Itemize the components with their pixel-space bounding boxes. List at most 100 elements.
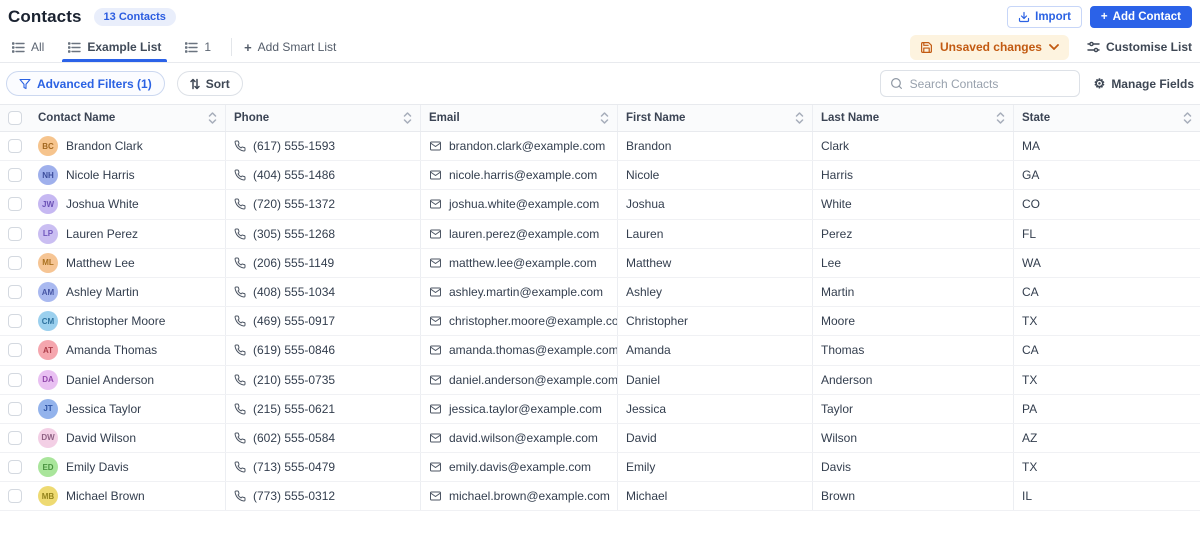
tab-example-list[interactable]: Example List [62,32,168,62]
import-label: Import [1035,11,1071,23]
table-row[interactable]: AM Ashley Martin (408) 555-1034 ashley.mart… [0,277,1200,308]
row-checkbox[interactable] [0,132,30,160]
table-row[interactable]: DA Daniel Anderson (210) 555-0735 daniel.an… [0,365,1200,395]
email-cell: joshua.white@example.com [420,190,617,219]
contact-name-cell[interactable]: ED Emily Davis [30,453,225,481]
row-checkbox[interactable] [0,395,30,423]
envelope-icon [429,461,442,473]
email-value: nicole.harris@example.com [449,168,598,183]
add-smart-list-button[interactable]: + Add Smart List [244,40,336,55]
last-name-value: Moore [821,314,856,329]
table-row[interactable]: DW David Wilson (602) 555-0584 david.wilson… [0,423,1200,454]
last-name-value: White [821,197,852,212]
table-row[interactable]: NH Nicole Harris (404) 555-1486 nicole.harr… [0,161,1200,191]
table-row[interactable]: AT Amanda Thomas (619) 555-0846 amanda.thom… [0,336,1200,366]
contact-name-cell[interactable]: AT Amanda Thomas [30,336,225,364]
row-checkbox[interactable] [0,424,30,452]
sort-icon[interactable] [795,112,804,124]
state-cell: TX [1013,307,1200,336]
table-row[interactable]: LP Lauren Perez (305) 555-1268 lauren.perez… [0,219,1200,249]
add-contact-button[interactable]: + Add Contact [1089,6,1192,28]
last-name-value: Lee [821,255,842,270]
table-row[interactable]: BC Brandon Clark (617) 555-1593 brandon.cla… [0,132,1200,162]
last-name-cell: White [812,190,1013,219]
contact-name: Brandon Clark [66,139,143,154]
gear-icon: ⚙ [1093,76,1106,91]
customise-list-button[interactable]: Customise List [1087,40,1192,54]
sort-icon[interactable] [600,112,609,124]
envelope-icon [429,228,442,240]
sort-button[interactable]: Sort [176,71,243,96]
contact-name-cell[interactable]: JT Jessica Taylor [30,395,225,423]
row-checkbox[interactable] [0,161,30,189]
row-checkbox[interactable] [0,453,30,481]
row-checkbox[interactable] [0,307,30,335]
first-name-value: Brandon [626,139,672,154]
contact-name-cell[interactable]: AM Ashley Martin [30,278,225,306]
search-input[interactable] [909,76,1070,91]
add-contact-label: Add Contact [1112,11,1181,23]
column-header-last-name[interactable]: Last Name [812,105,1013,131]
contact-name-cell[interactable]: CM Christopher Moore [30,307,225,335]
unsaved-changes-button[interactable]: Unsaved changes [909,34,1069,60]
row-checkbox[interactable] [0,278,30,306]
phone-icon [234,140,246,152]
contact-name-cell[interactable]: BC Brandon Clark [30,132,225,160]
column-header-phone[interactable]: Phone [225,105,420,131]
row-checkbox[interactable] [0,366,30,394]
row-checkbox[interactable] [0,336,30,364]
column-header-state[interactable]: State [1013,105,1200,131]
select-all-checkbox[interactable] [0,105,30,131]
state-value: PA [1022,401,1038,416]
contact-name-cell[interactable]: ML Matthew Lee [30,249,225,277]
table-row[interactable]: ED Emily Davis (713) 555-0479 emily.davis@e… [0,453,1200,483]
row-checkbox[interactable] [0,190,30,218]
first-name-value: Daniel [626,372,661,387]
sort-icon[interactable] [403,112,412,124]
table-row[interactable]: MB Michael Brown (773) 555-0312 michael.bro… [0,482,1200,512]
advanced-filters-button[interactable]: Advanced Filters (1) [6,71,165,96]
state-value: IL [1022,489,1033,504]
table-row[interactable]: CM Christopher Moore (469) 555-0917 christo… [0,307,1200,337]
last-name-value: Brown [821,489,856,504]
first-name-value: Michael [626,489,668,504]
last-name-cell: Anderson [812,365,1013,394]
avatar: NH [38,165,58,186]
contact-name-cell[interactable]: DW David Wilson [30,424,225,452]
avatar: AM [38,282,58,303]
avatar: LP [38,223,58,244]
contact-name-cell[interactable]: DA Daniel Anderson [30,366,225,394]
sort-icon[interactable] [208,112,217,124]
tab-1[interactable]: 1 [181,32,215,62]
import-button[interactable]: Import [1007,6,1082,28]
phone-value: (215) 555-0621 [253,401,336,416]
row-checkbox[interactable] [0,482,30,510]
column-header-email[interactable]: Email [420,105,617,131]
row-checkbox[interactable] [0,220,30,248]
state-value: TX [1022,314,1038,329]
table-row[interactable]: ML Matthew Lee (206) 555-1149 matthew.lee@e… [0,248,1200,278]
column-header-first-name[interactable]: First Name [617,105,812,131]
row-checkbox[interactable] [0,249,30,277]
tab-all[interactable]: All [8,32,48,62]
column-label: First Name [626,112,686,124]
contact-name-cell[interactable]: NH Nicole Harris [30,161,225,189]
column-header-contact-name[interactable]: Contact Name [30,105,225,131]
contact-name-cell[interactable]: JW Joshua White [30,190,225,218]
phone-icon [234,257,246,269]
contact-name: Ashley Martin [66,285,139,300]
table-row[interactable]: JT Jessica Taylor (215) 555-0621 jessica.ta… [0,394,1200,424]
search-box[interactable] [879,70,1080,97]
manage-fields-button[interactable]: ⚙ Manage Fields [1094,77,1194,91]
sort-icon[interactable] [996,112,1005,124]
email-value: matthew.lee@example.com [449,255,597,270]
envelope-icon [429,140,442,152]
email-cell: brandon.clark@example.com [420,132,617,161]
sort-icon[interactable] [1183,112,1192,124]
table-row[interactable]: JW Joshua White (720) 555-1372 joshua.white… [0,190,1200,220]
contact-name-cell[interactable]: MB Michael Brown [30,482,225,510]
contact-name-cell[interactable]: LP Lauren Perez [30,220,225,248]
first-name-value: Nicole [626,168,660,183]
avatar: ML [38,252,58,273]
tab-all-label: All [31,40,45,54]
